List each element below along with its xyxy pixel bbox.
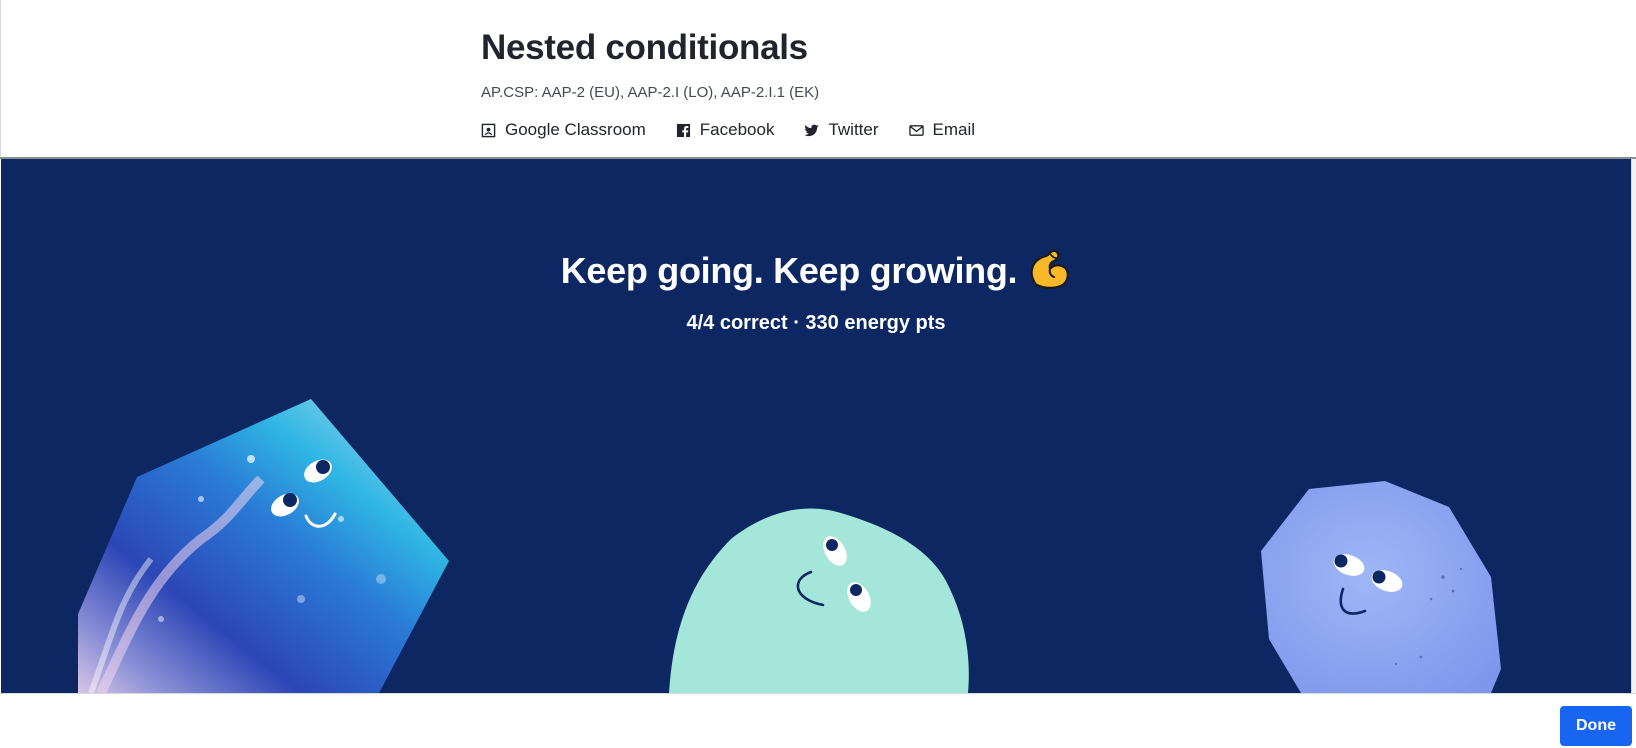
share-email-button[interactable]: Email <box>908 120 976 140</box>
share-google-classroom-button[interactable]: Google Classroom <box>481 120 646 140</box>
page-title: Nested conditionals <box>481 28 808 67</box>
share-facebook-label: Facebook <box>699 120 775 139</box>
footer-bar: Done <box>0 693 1636 748</box>
standards-text: AP.CSP: AAP-2 (EU), AAP-2.I (LO), AAP-2.… <box>481 84 820 101</box>
lavender-rock-character <box>1261 481 1501 693</box>
twitter-icon <box>804 124 819 136</box>
share-row: Google Classroom Facebook Twitter Email <box>481 120 975 140</box>
google-classroom-icon <box>481 123 496 137</box>
mint-rock-character <box>669 508 969 693</box>
email-icon <box>908 124 924 136</box>
rock-characters <box>78 399 1501 693</box>
share-google-classroom-label: Google Classroom <box>505 120 646 139</box>
header-inner: Nested conditionals AP.CSP: AAP-2 (EU), … <box>481 26 975 140</box>
content-header: Nested conditionals AP.CSP: AAP-2 (EU), … <box>0 0 1636 158</box>
share-twitter-label: Twitter <box>828 120 879 139</box>
scrollbar[interactable] <box>1631 159 1636 693</box>
galaxy-rock-character <box>78 399 449 693</box>
completion-panel: Keep going. Keep growing. 4/4 correct · … <box>1 159 1631 693</box>
share-twitter-button[interactable]: Twitter <box>804 120 879 140</box>
share-facebook-button[interactable]: Facebook <box>676 120 775 140</box>
share-email-label: Email <box>932 120 976 139</box>
done-button[interactable]: Done <box>1560 706 1632 746</box>
facebook-icon <box>676 123 690 138</box>
